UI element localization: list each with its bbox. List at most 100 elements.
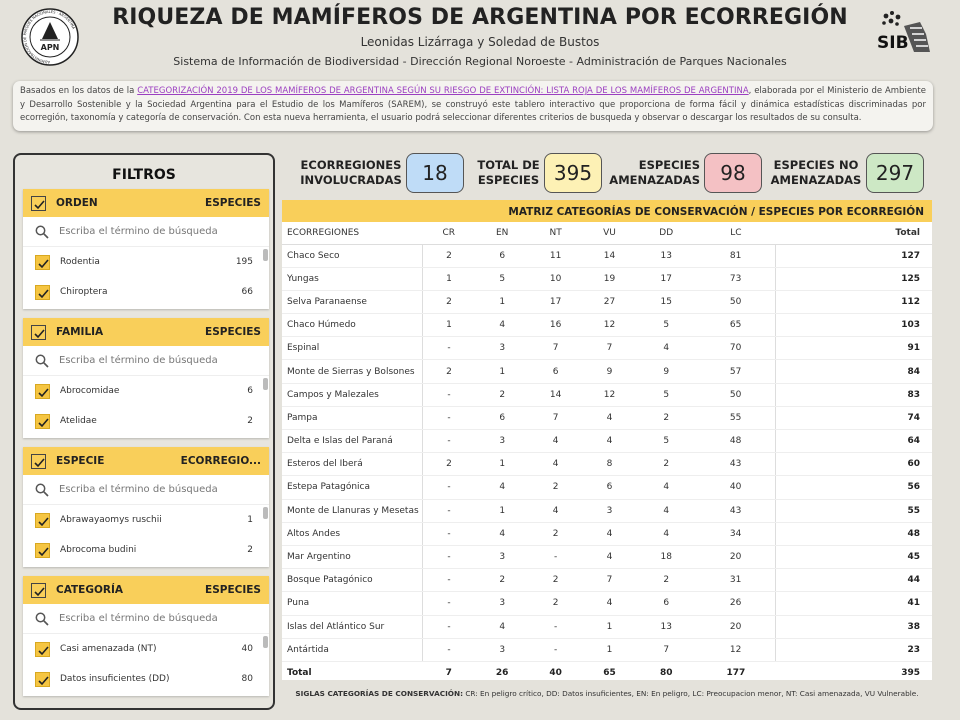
table-cell: 13 — [636, 244, 696, 268]
table-cell: 26 — [695, 591, 777, 616]
table-cell: 7 — [582, 336, 637, 361]
filter-card-orden: ORDEN ESPECIES Escriba el término de bús… — [23, 189, 269, 309]
checkbox-icon[interactable] — [35, 413, 50, 429]
table-cell: - — [422, 406, 476, 431]
ecoregion-name: Altos Andes — [282, 522, 423, 546]
ecoregion-name: Islas del Atlántico Sur — [282, 615, 423, 639]
table-row[interactable]: Mar Argentino -3-4 18 20 45 — [282, 545, 932, 570]
search-icon — [35, 612, 49, 626]
table-row[interactable]: Campos y Malezales -2 14 12 5 50 83 — [282, 383, 932, 407]
search-icon — [35, 225, 49, 239]
table-cell: 4 — [475, 522, 529, 546]
list-item[interactable]: Abrocoma budini 2 — [23, 535, 269, 565]
search-placeholder: Escriba el término de búsqueda — [59, 613, 218, 624]
table-cell: - — [422, 522, 476, 546]
table-cell: - — [422, 429, 476, 454]
intro-link[interactable]: CATEGORIZACIÓN 2019 DE LOS MAMÍFEROS DE … — [137, 86, 748, 96]
table-row[interactable]: Chaco Seco 2 6 11 14 13 81 127 — [282, 244, 932, 268]
table-row[interactable]: Antártida -3-1 7 12 23 — [282, 638, 932, 662]
scrollbar[interactable] — [263, 249, 268, 261]
list-item[interactable]: Abrawayaomys ruschii 1 — [23, 505, 269, 535]
table-cell: 27 — [582, 290, 637, 315]
table-cell: 83 — [775, 383, 932, 407]
table-cell: 43 — [695, 452, 777, 477]
checkbox-icon[interactable] — [35, 383, 50, 399]
scrollbar[interactable] — [263, 378, 268, 390]
table-cell: 18 — [636, 545, 696, 570]
list-item-label: Datos insuficientes (DD) — [60, 674, 170, 684]
column-header[interactable]: VU — [582, 222, 637, 245]
list-item[interactable]: Casi amenazada (NT) 40 — [23, 634, 269, 664]
table-row[interactable]: Yungas 1 5 10 19 17 73 125 — [282, 267, 932, 291]
table-cell: 57 — [695, 359, 777, 384]
table-cell: 103 — [775, 313, 932, 338]
table-cell: - — [422, 591, 476, 616]
checkbox-icon[interactable] — [31, 453, 46, 469]
table-cell: 1 — [475, 499, 529, 523]
filter-card-right-label[interactable]: ESPECIES — [205, 197, 261, 209]
table-row[interactable]: Monte de Llanuras y Mesetas -1 4 3 4 43 55 — [282, 499, 932, 523]
table-cell: - — [528, 638, 583, 662]
list-item-label: Abrocomidae — [60, 386, 120, 396]
table-row[interactable]: Pampa -6 7 4 2 55 74 — [282, 406, 932, 431]
search-input[interactable]: Escriba el término de búsqueda — [23, 475, 269, 505]
scrollbar[interactable] — [263, 636, 268, 648]
filter-card-right-label[interactable]: ECORREGIO... — [181, 455, 261, 467]
list-item[interactable]: Rodentia 195 — [23, 247, 269, 277]
ecoregion-name: Selva Paranaense — [282, 290, 423, 315]
list-item[interactable]: Chiroptera 66 — [23, 277, 269, 307]
scrollbar[interactable] — [263, 507, 268, 519]
table-row[interactable]: Altos Andes -4 2 4 4 34 48 — [282, 522, 932, 546]
table-row[interactable]: Esteros del Iberá 2 1 4 8 2 43 60 — [282, 452, 932, 477]
table-cell: 3 — [475, 545, 529, 570]
table-row[interactable]: Islas del Atlántico Sur -4-1 13 20 38 — [282, 615, 932, 639]
checkbox-icon[interactable] — [35, 512, 50, 528]
column-header[interactable]: Total — [775, 222, 932, 245]
table-cell: 2 — [422, 290, 476, 315]
checkbox-icon[interactable] — [31, 195, 46, 211]
checkbox-icon[interactable] — [35, 671, 50, 687]
filter-card-header: ESPECIE ECORREGIO... — [23, 447, 269, 475]
table-row[interactable]: Delta e Islas del Paraná -3 4 4 5 48 64 — [282, 429, 932, 454]
column-header[interactable]: CR — [422, 222, 476, 245]
column-header[interactable]: LC — [695, 222, 776, 245]
search-input[interactable]: Escriba el término de búsqueda — [23, 346, 269, 376]
checkbox-icon[interactable] — [35, 284, 50, 300]
table-row[interactable]: Chaco Húmedo 1 4 16 12 5 65 103 — [282, 313, 932, 338]
table-cell: 4 — [475, 615, 529, 639]
list-item[interactable]: Atelidae 2 — [23, 406, 269, 436]
table-row[interactable]: Espinal -3 7 7 4 70 91 — [282, 336, 932, 361]
ecoregion-name: Yungas — [282, 267, 423, 291]
checkbox-icon[interactable] — [31, 582, 46, 598]
footer-label: SIGLAS CATEGORÍAS DE CONSERVACIÓN: — [295, 689, 464, 698]
table-row[interactable]: Selva Paranaense 2 1 17 27 15 50 112 — [282, 290, 932, 315]
table-cell: 5 — [636, 383, 696, 407]
table-row[interactable]: Monte de Sierras y Bolsones 2 1 6 9 9 57 84 — [282, 359, 932, 384]
total-cell: 80 — [636, 660, 696, 684]
column-header[interactable]: DD — [636, 222, 696, 245]
checkbox-icon[interactable] — [35, 254, 50, 270]
column-header[interactable]: ECORREGIONES — [282, 222, 422, 245]
table-cell: 4 — [636, 475, 696, 500]
filter-card-right-label[interactable]: ESPECIES — [205, 326, 261, 338]
table-row[interactable]: Bosque Patagónico -2 2 7 2 31 44 — [282, 568, 932, 593]
checkbox-icon[interactable] — [35, 641, 50, 657]
checkbox-icon[interactable] — [31, 324, 46, 340]
table-cell: 20 — [695, 615, 777, 639]
checkbox-icon[interactable] — [35, 542, 50, 558]
table-row[interactable]: Puna -3 2 4 6 26 41 — [282, 591, 932, 616]
filter-card-label: ORDEN — [56, 197, 98, 209]
search-input[interactable]: Escriba el término de búsqueda — [23, 217, 269, 247]
table-cell: - — [422, 615, 476, 639]
column-header[interactable]: EN — [475, 222, 529, 245]
column-header[interactable]: NT — [528, 222, 583, 245]
kpi-label-line2: INVOLUCRADAS — [300, 173, 402, 187]
filter-card-right-label[interactable]: ESPECIES — [205, 584, 261, 596]
search-input[interactable]: Escriba el término de búsqueda — [23, 604, 269, 634]
table-cell: 2 — [528, 475, 583, 500]
table-cell: - — [528, 545, 583, 570]
table-cell: 55 — [695, 406, 777, 431]
table-row[interactable]: Estepa Patagónica -4 2 6 4 40 56 — [282, 475, 932, 500]
list-item[interactable]: Abrocomidae 6 — [23, 376, 269, 406]
list-item[interactable]: Datos insuficientes (DD) 80 — [23, 664, 269, 694]
